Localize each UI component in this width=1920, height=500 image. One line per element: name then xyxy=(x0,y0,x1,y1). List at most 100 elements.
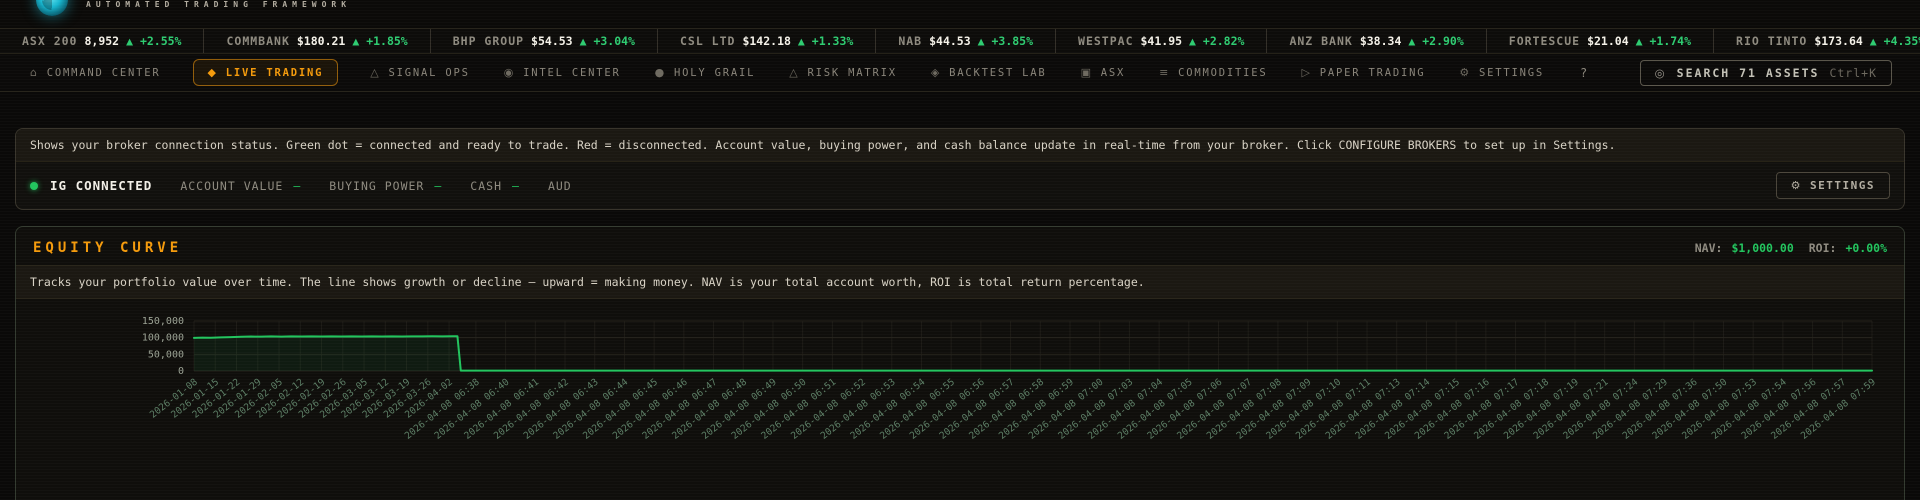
nav-tab-backtest-lab[interactable]: ◈ BACKTEST LAB xyxy=(929,60,1049,85)
ticker-symbol: ANZ BANK xyxy=(1289,34,1353,48)
nav-tab-live-trading[interactable]: ◆ LIVE TRADING xyxy=(192,59,339,86)
nav-tab-label: HOLY GRAIL xyxy=(674,66,756,79)
ticker-symbol: RIO TINTO xyxy=(1736,34,1808,48)
ticker-price: $54.53 xyxy=(531,34,573,48)
signal-ops-triangle-icon: △ xyxy=(370,66,381,79)
live-trading-diamond-icon: ◆ xyxy=(207,66,218,79)
broker-fields: ACCOUNT VALUE — BUYING POWER — CASH — xyxy=(180,179,520,193)
ticker-item[interactable]: WESTPAC $41.95 ▲ +2.82% xyxy=(1056,29,1268,53)
nav-label: NAV: xyxy=(1694,241,1723,255)
brand-row: AUTOMATED TRADING FRAMEWORK xyxy=(0,0,1920,28)
command-center-icon: ⌂ xyxy=(30,66,39,79)
field-label: ACCOUNT VALUE xyxy=(180,178,284,193)
ticker-price: $173.64 xyxy=(1814,34,1863,48)
broker-field-buying-power: BUYING POWER — xyxy=(329,179,442,193)
broker-help-text: Shows your broker connection status. Gre… xyxy=(16,129,1904,162)
ticker-change: ▲ +3.85% xyxy=(977,34,1034,48)
main-nav: ⌂ COMMAND CENTER ◆ LIVE TRADING △ SIGNAL O… xyxy=(0,54,1920,92)
field-value: — xyxy=(512,178,520,193)
broker-settings-button[interactable]: ⚙ SETTINGS xyxy=(1775,172,1890,199)
search-icon: ◎ xyxy=(1654,65,1667,80)
field-value: — xyxy=(293,178,302,193)
broker-settings-label: SETTINGS xyxy=(1810,179,1875,192)
ticker-item[interactable]: COMMBANK $180.21 ▲ +1.85% xyxy=(204,29,431,53)
ticker-change: ▲ +2.90% xyxy=(1408,34,1464,48)
ticker-item[interactable]: ASX 200 8,952 ▲ +2.55% xyxy=(0,29,205,53)
holy-grail-circle-icon: ● xyxy=(654,66,666,79)
ticker-symbol: CSL LTD xyxy=(679,34,736,48)
ticker-symbol: WESTPAC xyxy=(1078,34,1134,48)
nav-tab-signal-ops[interactable]: △ SIGNAL OPS xyxy=(368,60,471,85)
nav-tab-holy-grail[interactable]: ● HOLY GRAIL xyxy=(653,60,758,85)
equity-chart: 050,000100,000150,0002026-01-082026-01-1… xyxy=(142,316,1878,442)
nav-tab-asx[interactable]: ▣ ASX xyxy=(1079,60,1128,85)
nav-tab-paper-trading[interactable]: ▷ PAPER TRADING xyxy=(1300,60,1428,85)
nav-tab-label: BACKTEST LAB xyxy=(949,66,1047,79)
ticker-price: 8,952 xyxy=(84,34,120,48)
ticker-change: ▲ +1.33% xyxy=(797,34,854,48)
nav-tab-label: ASX xyxy=(1100,66,1126,79)
risk-matrix-warning-icon: △ xyxy=(789,66,800,79)
ticker-change: ▲ +1.74% xyxy=(1635,34,1692,48)
ticker-item[interactable]: BHP GROUP $54.53 ▲ +3.04% xyxy=(431,29,658,53)
nav-value: $1,000.00 xyxy=(1731,241,1794,255)
nav-tab-label: PAPER TRADING xyxy=(1319,66,1426,79)
nav-tab-risk-matrix[interactable]: △ RISK MATRIX xyxy=(787,60,899,85)
field-label: BUYING POWER xyxy=(329,178,425,193)
nav-tab-label: RISK MATRIX xyxy=(807,66,897,79)
intel-center-target-icon: ◉ xyxy=(503,66,516,79)
y-axis-tick-label: 0 xyxy=(178,366,184,377)
equity-curve-panel: EQUITY CURVE NAV: $1,000.00 ROI: +0.00% … xyxy=(15,226,1905,500)
asx-square-icon: ▣ xyxy=(1080,66,1093,79)
brand-logo xyxy=(36,0,68,16)
equity-title-row: EQUITY CURVE NAV: $1,000.00 ROI: +0.00% xyxy=(16,227,1904,265)
nav-tab-settings[interactable]: ⚙ SETTINGS xyxy=(1457,60,1546,85)
ticker-change: ▲ +2.82% xyxy=(1189,34,1245,48)
ticker-item[interactable]: CSL LTD $142.18 ▲ +1.33% xyxy=(658,29,877,53)
equity-chart-wrap: 0 50,000 100,000 150,000 2026-01-08 2026-01-1… xyxy=(16,299,1904,500)
connection-status-dot xyxy=(30,181,38,190)
broker-field-account-value: ACCOUNT VALUE — xyxy=(180,179,301,193)
commodities-lines-icon: ≡ xyxy=(1159,66,1171,79)
ticker-item[interactable]: ANZ BANK $38.34 ▲ +2.90% xyxy=(1267,29,1487,53)
roi-label: ROI: xyxy=(1808,241,1837,255)
nav-tab-commodities[interactable]: ≡ COMMODITIES xyxy=(1157,60,1269,85)
help-icon[interactable]: ? xyxy=(1580,66,1589,80)
nav-tab-label: SIGNAL OPS xyxy=(388,66,470,79)
brand-title: AUTOMATED TRADING FRAMEWORK xyxy=(86,0,352,9)
nav-tab-label: LIVE TRADING xyxy=(225,66,324,79)
ticker-price: $44.53 xyxy=(929,34,971,48)
broker-connection-label: IG CONNECTED xyxy=(50,178,153,193)
ticker-item[interactable]: FORTESCUE $21.04 ▲ +1.74% xyxy=(1487,29,1715,53)
ticker-change: ▲ +2.55% xyxy=(126,34,182,48)
ticker-price: $38.34 xyxy=(1359,34,1402,48)
backtest-lab-diamond-icon: ◈ xyxy=(930,66,942,79)
ticker-symbol: FORTESCUE xyxy=(1508,34,1581,48)
paper-trading-play-icon: ▷ xyxy=(1301,66,1312,79)
ticker-change: ▲ +1.85% xyxy=(352,34,408,48)
equity-area-fill xyxy=(194,336,1872,371)
trading-app: AUTOMATED TRADING FRAMEWORK ASX 200 8,95… xyxy=(0,0,1920,500)
field-label: CASH xyxy=(470,178,502,193)
nav-tab-label: SETTINGS xyxy=(1479,66,1545,79)
field-value: — xyxy=(434,178,443,193)
ticker-symbol: ASX 200 xyxy=(22,34,78,48)
ticker-item[interactable]: RIO TINTO $173.64 ▲ +4.35% xyxy=(1714,29,1920,53)
equity-metrics: NAV: $1,000.00 ROI: +0.00% xyxy=(1695,241,1887,255)
currency-label: AUD xyxy=(547,178,572,193)
ticker-symbol: NAB xyxy=(898,34,923,48)
y-axis-tick-label: 100,000 xyxy=(142,333,184,344)
ticker-symbol: BHP GROUP xyxy=(452,34,525,48)
asset-search-button[interactable]: ◎ SEARCH 71 ASSETS Ctrl+K xyxy=(1639,59,1892,86)
nav-tab-label: COMMODITIES xyxy=(1178,66,1268,79)
nav-tab-intel-center[interactable]: ◉ INTEL CENTER xyxy=(502,60,623,85)
ticker-change: ▲ +3.04% xyxy=(579,34,635,48)
broker-status-panel: Shows your broker connection status. Gre… xyxy=(15,128,1905,210)
y-axis-tick-label: 150,000 xyxy=(142,316,184,327)
settings-gear-icon: ⚙ xyxy=(1790,179,1803,192)
ticker-change: ▲ +4.35% xyxy=(1869,34,1920,48)
broker-status-row: IG CONNECTED ACCOUNT VALUE — BUYING POWER —… xyxy=(16,162,1904,209)
nav-tab-command-center[interactable]: ⌂ COMMAND CENTER xyxy=(28,60,163,85)
ticker-item[interactable]: NAB $44.53 ▲ +3.85% xyxy=(876,29,1057,53)
settings-gear-icon: ⚙ xyxy=(1459,66,1472,79)
